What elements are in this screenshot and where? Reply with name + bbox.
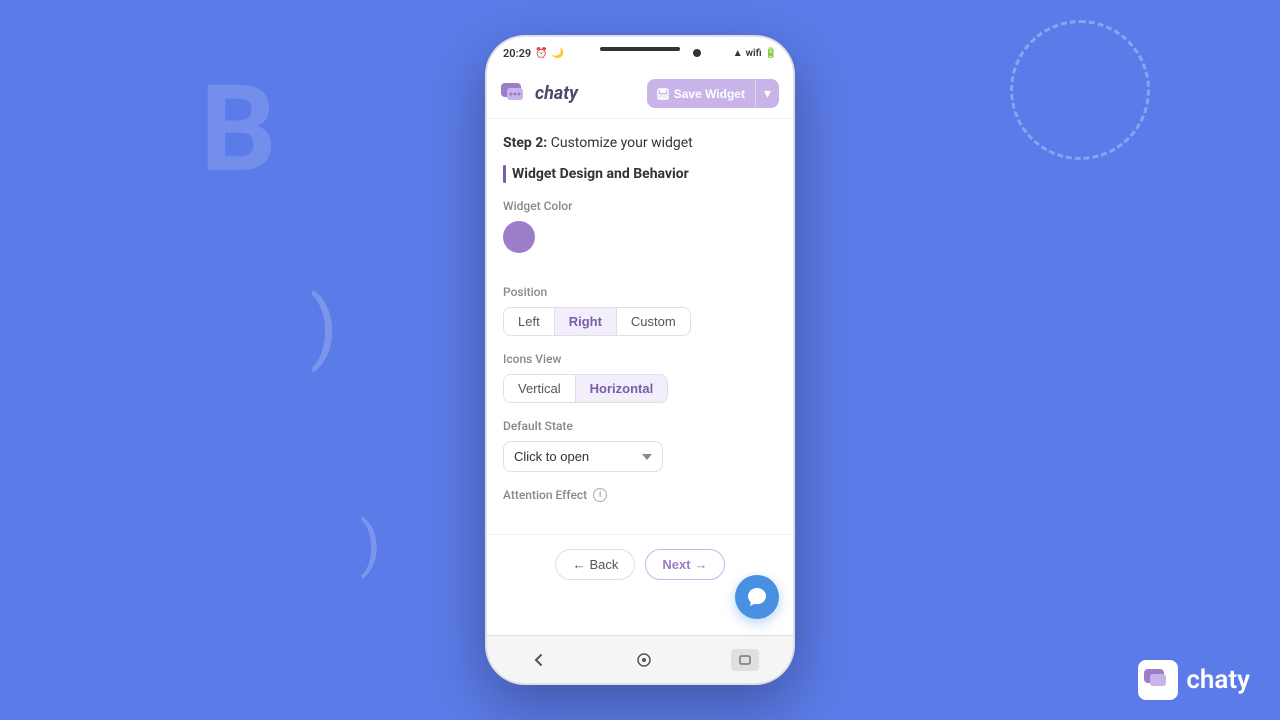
save-button-label: Save Widget: [674, 87, 745, 101]
bottom-nav-bar: [487, 635, 793, 683]
bg-decoration-circle: [1010, 20, 1150, 160]
top-nav: chaty Save Widget ▾: [487, 69, 793, 119]
logo-text: chaty: [535, 83, 578, 104]
next-arrow-icon: →: [695, 557, 708, 572]
status-time: 20:29 ⏰ 🌙: [503, 47, 564, 60]
icons-view-label: Icons View: [503, 352, 777, 366]
status-icons: ▲ wifi 🔋: [733, 48, 777, 59]
next-button[interactable]: Next →: [645, 549, 724, 580]
save-icon: [657, 88, 669, 100]
attention-effect-label: Attention Effect: [503, 488, 587, 502]
icons-view-toggle-group: Vertical Horizontal: [503, 374, 668, 403]
battery-icon: 🔋: [765, 48, 777, 59]
bottom-brand-text: chaty: [1186, 665, 1250, 695]
status-bar: 20:29 ⏰ 🌙 ▲ wifi 🔋: [487, 37, 793, 69]
nav-back-button[interactable]: [521, 646, 557, 674]
save-widget-label-area: Save Widget: [647, 81, 755, 107]
notch-dot: [693, 49, 701, 57]
save-widget-button[interactable]: Save Widget ▾: [647, 79, 779, 108]
info-icon[interactable]: i: [593, 488, 607, 502]
back-button[interactable]: ← Back: [555, 549, 635, 580]
section-title-text: Widget Design and Behavior: [512, 166, 689, 182]
nav-square-button[interactable]: [731, 649, 759, 671]
logo-area: chaty: [501, 83, 578, 105]
default-state-label: Default State: [503, 419, 777, 433]
signal-icon: ▲: [733, 48, 743, 59]
position-left-button[interactable]: Left: [504, 308, 554, 335]
icons-view-horizontal-button[interactable]: Horizontal: [575, 375, 668, 402]
icons-view-vertical-button[interactable]: Vertical: [504, 375, 575, 402]
fab-chat-icon: [746, 586, 768, 608]
widget-color-field: Widget Color: [503, 199, 777, 269]
icons-view-field: Icons View Vertical Horizontal: [503, 352, 777, 403]
attention-effect-field: Attention Effect i: [503, 488, 777, 502]
save-btn-dropdown-icon[interactable]: ▾: [756, 79, 779, 108]
position-label: Position: [503, 285, 777, 299]
nav-home-icon: [636, 652, 652, 668]
time-display: 20:29: [503, 47, 531, 60]
bg-decoration-bracket-left: ): [310, 280, 338, 374]
bottom-brand-icon: [1138, 660, 1178, 700]
position-custom-button[interactable]: Custom: [616, 308, 690, 335]
alarm-icon: ⏰: [535, 48, 547, 59]
position-right-button[interactable]: Right: [554, 308, 616, 335]
section-bar-indicator: [503, 165, 506, 183]
bottom-brand: chaty: [1138, 660, 1250, 700]
bg-decoration-bracket-right: ): [360, 509, 381, 580]
bg-decoration-r: B: [200, 60, 277, 200]
notch-bar: [600, 47, 680, 51]
nav-square-icon: [739, 655, 751, 665]
phone-frame: 20:29 ⏰ 🌙 ▲ wifi 🔋 chaty: [485, 35, 795, 685]
step-heading: Step 2: Customize your widget: [503, 135, 777, 151]
chaty-logo-icon: [501, 83, 529, 105]
bottom-brand-chat-icon: [1144, 666, 1172, 694]
position-toggle-group: Left Right Custom: [503, 307, 691, 336]
phone-content: chaty Save Widget ▾ Step 2:: [487, 69, 793, 635]
back-button-label: Back: [589, 557, 618, 572]
nav-back-icon: [531, 652, 547, 668]
step-description: Customize your widget: [551, 135, 693, 151]
widget-color-label: Widget Color: [503, 199, 777, 213]
color-swatch-button[interactable]: [503, 221, 535, 253]
default-state-select[interactable]: Click to open Always open Always closed: [503, 441, 663, 472]
section-title: Widget Design and Behavior: [503, 165, 777, 183]
next-button-label: Next: [662, 557, 690, 572]
position-field: Position Left Right Custom: [503, 285, 777, 336]
default-state-field: Default State Click to open Always open …: [503, 419, 777, 472]
back-arrow-icon: ←: [572, 557, 585, 572]
nav-home-button[interactable]: [626, 646, 662, 674]
content-area: Step 2: Customize your widget Widget Des…: [487, 119, 793, 534]
fab-chat-button[interactable]: [735, 575, 779, 619]
moon-icon: 🌙: [552, 48, 564, 59]
step-label: Step 2:: [503, 135, 547, 151]
wifi-icon: wifi: [746, 48, 762, 59]
